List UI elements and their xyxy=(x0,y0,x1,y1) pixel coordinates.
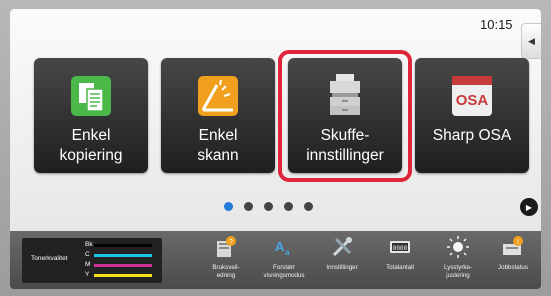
next-page-button[interactable]: ▶ xyxy=(520,198,538,216)
function-bar: Tonerkvalitet Bk C M Y ? Bruksveil-edning A… xyxy=(10,231,541,289)
scan-icon xyxy=(198,76,238,116)
function-label-line2: justering xyxy=(446,272,470,279)
play-right-icon: ▶ xyxy=(525,202,533,212)
copy-icon xyxy=(71,76,111,116)
page-dot[interactable] xyxy=(304,202,313,211)
function-label-line2: edning xyxy=(216,272,236,279)
job-status-icon: ! xyxy=(503,236,523,255)
clock: 10:15 xyxy=(480,17,513,32)
toner-bar xyxy=(94,274,152,277)
svg-text:A: A xyxy=(275,239,285,254)
svg-text:a: a xyxy=(285,248,290,257)
toner-channel-label: Y xyxy=(85,271,90,278)
toner-row: Bk xyxy=(85,241,152,248)
svg-text:0000: 0000 xyxy=(393,245,408,252)
settings-button[interactable]: Innstillinger xyxy=(317,233,367,287)
toner-channel-label: Bk xyxy=(85,241,93,248)
svg-text:!: ! xyxy=(517,239,519,246)
toner-channel-label: M xyxy=(85,261,91,268)
toner-label: Tonerkvalitet xyxy=(31,255,68,262)
highlight-frame xyxy=(278,50,412,182)
device-bezel: 10:15 ◀ Enkel kopiering Enkel skann Skuf… xyxy=(0,0,551,296)
counter-icon: 0000 xyxy=(390,241,410,253)
function-label-line2: visningsmodus xyxy=(263,272,305,279)
page-dot[interactable] xyxy=(224,202,233,211)
function-label-line1: Totalantall xyxy=(386,264,414,271)
tools-icon xyxy=(332,237,352,257)
total-count-button[interactable]: 0000 Totalantall xyxy=(375,233,425,287)
tile-label-line1: Enkel xyxy=(198,127,238,144)
brightness-button[interactable]: Lysstyrke-justering xyxy=(433,233,483,287)
function-label-line1: Innstillinger xyxy=(326,264,358,271)
page-dot[interactable] xyxy=(244,202,253,211)
tile-easy-scan[interactable]: Enkel skann xyxy=(161,58,275,173)
book-icon: ? xyxy=(217,236,236,257)
tile-sharp-osa[interactable]: OSA Sharp OSA xyxy=(415,58,529,173)
magnify-button[interactable]: A a Forstørr visningsmodus xyxy=(259,233,309,287)
toner-level-panel[interactable]: Tonerkvalitet Bk C M Y xyxy=(22,238,162,283)
svg-text:OSA: OSA xyxy=(456,92,489,109)
magnify-a-icon: A a xyxy=(275,239,290,257)
function-label-line1: Bruksveil- xyxy=(212,264,240,271)
side-panel-tab[interactable]: ◀ xyxy=(521,23,541,59)
toner-bar xyxy=(94,264,152,267)
brightness-icon xyxy=(447,236,469,258)
function-label-line1: Forstørr xyxy=(273,264,295,271)
svg-text:?: ? xyxy=(229,239,233,246)
toner-bar xyxy=(94,244,152,247)
toner-row: M xyxy=(85,261,152,268)
chevron-left-icon: ◀ xyxy=(528,35,535,46)
page-dot[interactable] xyxy=(264,202,273,211)
home-screen: 10:15 ◀ Enkel kopiering Enkel skann Skuf… xyxy=(10,9,541,231)
osa-icon: OSA xyxy=(452,76,492,116)
tile-easy-copy[interactable]: Enkel kopiering xyxy=(34,58,148,173)
tile-label-line2: kopiering xyxy=(59,147,123,164)
toner-bar xyxy=(94,254,152,257)
toner-channel-label: C xyxy=(85,251,90,258)
touch-panel: 10:15 ◀ Enkel kopiering Enkel skann Skuf… xyxy=(10,9,541,289)
page-indicator[interactable] xyxy=(224,202,313,211)
tile-label-line2: skann xyxy=(197,147,239,164)
function-label-line1: Lysstyrke- xyxy=(444,264,472,271)
tile-label-line1: Sharp OSA xyxy=(432,127,512,144)
toner-row: C xyxy=(85,251,152,258)
page-dot[interactable] xyxy=(284,202,293,211)
function-label-line1: Jobbstatus xyxy=(498,264,528,271)
toner-row: Y xyxy=(85,271,152,278)
job-status-button[interactable]: ! Jobbstatus xyxy=(488,233,538,287)
manual-button[interactable]: ? Bruksveil-edning xyxy=(201,233,251,287)
tile-label-line1: Enkel xyxy=(71,127,111,144)
